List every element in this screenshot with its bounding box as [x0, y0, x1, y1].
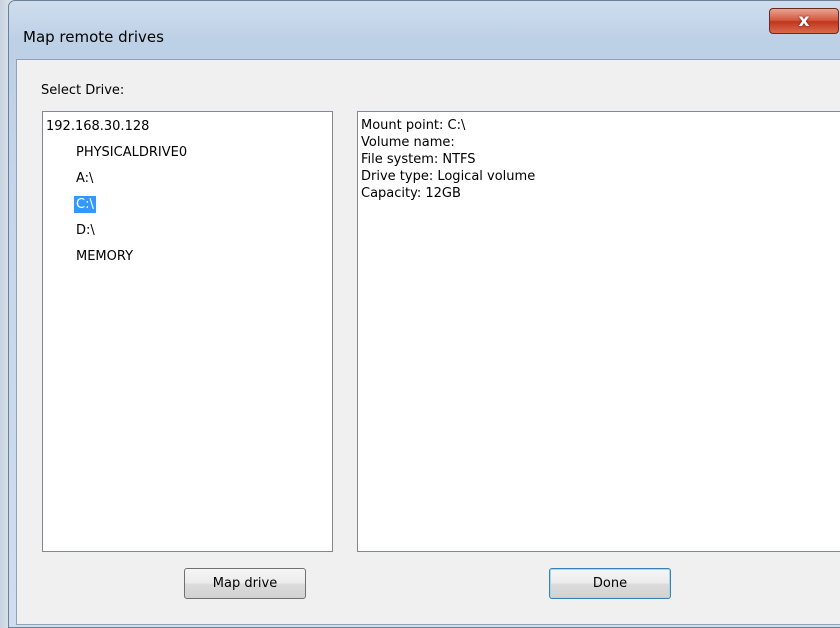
- dialog-window: Map remote drives x Select Drive: 192.16…: [8, 0, 840, 628]
- tree-item-d-drive[interactable]: D:\: [76, 222, 95, 239]
- done-button[interactable]: Done: [549, 568, 671, 599]
- dialog-content: Select Drive: 192.168.30.128 PHYSICALDRI…: [16, 59, 840, 625]
- file-system-text: File system: NTFS: [361, 152, 476, 167]
- drive-info-panel[interactable]: Mount point: C:\ Volume name: File syste…: [357, 111, 840, 552]
- drive-type-text: Drive type: Logical volume: [361, 169, 536, 184]
- title-bar[interactable]: Map remote drives x: [9, 1, 840, 46]
- tree-item-physicaldrive0[interactable]: PHYSICALDRIVE0: [76, 144, 187, 161]
- capacity-text: Capacity: 12GB: [361, 186, 461, 201]
- tree-item-memory[interactable]: MEMORY: [76, 248, 133, 265]
- tree-root-host[interactable]: 192.168.30.128: [46, 118, 149, 135]
- tree-item-a-drive[interactable]: A:\: [76, 170, 93, 187]
- close-icon: x: [798, 10, 810, 31]
- map-drive-button[interactable]: Map drive: [184, 568, 306, 599]
- volume-name-text: Volume name:: [361, 135, 455, 150]
- mount-point-text: Mount point: C:\: [361, 118, 466, 133]
- select-drive-label: Select Drive:: [41, 83, 125, 98]
- close-button[interactable]: x: [769, 8, 839, 34]
- tree-item-c-drive[interactable]: C:\: [74, 196, 96, 213]
- window-title: Map remote drives: [23, 28, 164, 46]
- drive-tree[interactable]: 192.168.30.128 PHYSICALDRIVE0 A:\ C:\ D:…: [42, 111, 333, 552]
